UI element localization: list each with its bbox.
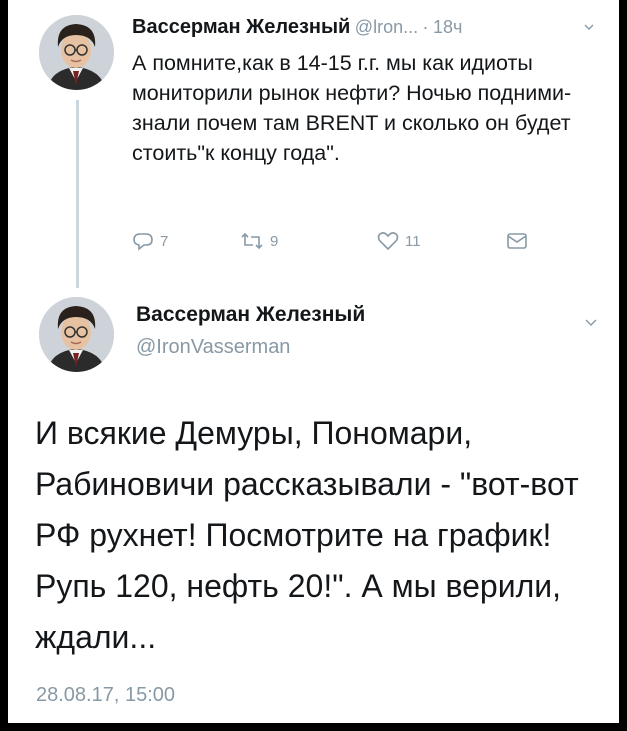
tweet-card: Вассерман Железный @lron... · 18ч А помн… <box>8 0 619 723</box>
like-count: 11 <box>405 232 421 250</box>
time-ago[interactable]: 18ч <box>433 17 462 37</box>
author-handle[interactable]: @lron... <box>355 17 418 37</box>
retweet-button[interactable]: 9 <box>240 228 278 254</box>
retweet-count: 9 <box>270 232 279 250</box>
tweet-text: И всякие Демуры, Пономари, Рабиновичи ра… <box>35 415 579 655</box>
author-name[interactable]: Вассерман Железный <box>136 303 365 327</box>
message-icon <box>507 233 527 249</box>
separator-dot: · <box>422 17 429 37</box>
avatar-image <box>39 15 114 90</box>
reply-button[interactable]: 7 <box>132 228 168 254</box>
avatar-image <box>39 297 114 372</box>
chevron-down-icon[interactable] <box>585 316 597 328</box>
like-icon <box>377 232 399 251</box>
author-name[interactable]: Вассерман Железный <box>132 16 350 38</box>
tweet-actions: 7 9 11 <box>132 228 552 254</box>
avatar[interactable] <box>39 15 114 90</box>
reply-icon <box>133 233 153 251</box>
direct-message-button[interactable] <box>506 228 528 254</box>
avatar[interactable] <box>39 297 114 372</box>
chevron-down-icon[interactable] <box>584 22 594 32</box>
tweet-header: Вассерман Железный @lron... · 18ч <box>132 16 602 42</box>
thread-connector-line <box>76 100 79 288</box>
tweet-text: А помните,как в 14-15 г.г. мы как идиоты… <box>132 51 572 165</box>
reply-count: 7 <box>160 232 169 250</box>
retweet-icon <box>241 232 263 250</box>
like-button[interactable]: 11 <box>377 228 421 254</box>
author-handle[interactable]: @IronVasserman <box>136 336 290 359</box>
tweet-timestamp[interactable]: 28.08.17, 15:00 <box>36 684 175 707</box>
